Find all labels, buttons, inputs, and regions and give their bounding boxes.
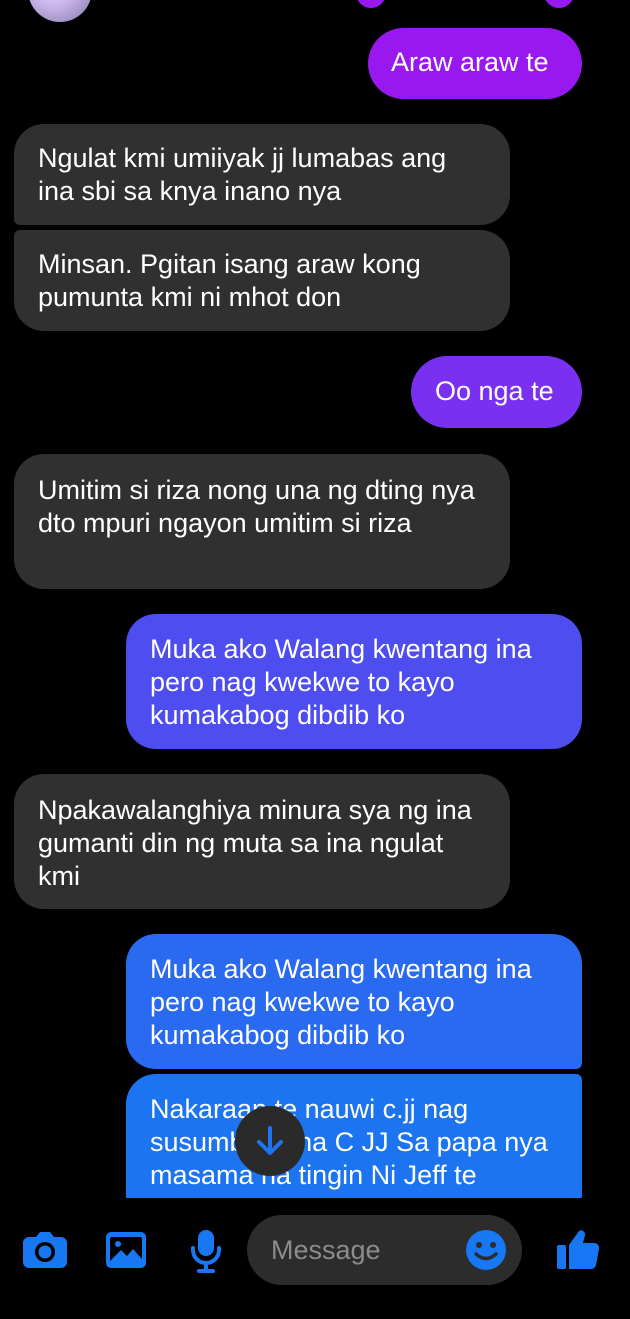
- like-icon: [557, 1230, 600, 1270]
- microphone-icon: [191, 1230, 221, 1273]
- message-bubble-outgoing[interactable]: Muka ako Walang kwentang ina pero nag kw…: [126, 934, 582, 1069]
- message-text: Umitim si riza nong una ng dting nya dto…: [38, 475, 475, 538]
- gallery-button[interactable]: [104, 1230, 148, 1270]
- emoji-icon: [466, 1230, 506, 1270]
- jump-to-latest-button[interactable]: [235, 1106, 305, 1176]
- camera-button[interactable]: [20, 1230, 70, 1270]
- arrow-down-icon: [257, 1126, 283, 1155]
- message-text: Minsan. Pgitan isang araw kong pumunta k…: [38, 249, 421, 312]
- microphone-button[interactable]: [188, 1228, 224, 1274]
- camera-icon: [23, 1232, 67, 1268]
- header-action-icon[interactable]: [356, 0, 386, 8]
- message-thread[interactable]: Araw araw te Ngulat kmi umiiyak jj lumab…: [0, 0, 630, 1198]
- message-text: Nakaraan te nauwi c.jj nag susumbong na …: [150, 1094, 548, 1190]
- contact-avatar[interactable]: [28, 0, 92, 22]
- message-text: Ngulat kmi umiiyak jj lumabas ang ina sb…: [38, 143, 447, 206]
- message-input[interactable]: [271, 1215, 456, 1285]
- message-input-container[interactable]: [247, 1215, 522, 1285]
- message-bubble-incoming[interactable]: Npakawalanghiya minura sya ng ina gumant…: [14, 774, 510, 909]
- message-text: Muka ako Walang kwentang ina pero nag kw…: [150, 954, 532, 1050]
- message-bubble-incoming[interactable]: Umitim si riza nong una ng dting nya dto…: [14, 454, 510, 589]
- message-bubble-incoming[interactable]: Minsan. Pgitan isang araw kong pumunta k…: [14, 230, 510, 331]
- like-button[interactable]: [554, 1226, 602, 1274]
- emoji-button[interactable]: [465, 1229, 507, 1271]
- header-action-icon[interactable]: [544, 0, 574, 8]
- message-text: Muka ako Walang kwentang ina pero nag kw…: [150, 634, 532, 730]
- gallery-icon: [106, 1232, 146, 1268]
- composer-bar: [0, 1198, 630, 1319]
- message-text: Npakawalanghiya minura sya ng ina gumant…: [38, 795, 472, 891]
- message-bubble-incoming[interactable]: Ngulat kmi umiiyak jj lumabas ang ina sb…: [14, 124, 510, 225]
- message-bubble-outgoing[interactable]: Nakaraan te nauwi c.jj nag susumbong na …: [126, 1074, 582, 1198]
- message-bubble-outgoing[interactable]: Muka ako Walang kwentang ina pero nag kw…: [126, 614, 582, 749]
- message-bubble-outgoing[interactable]: Oo nga te: [411, 356, 582, 428]
- message-text: Oo nga te: [435, 376, 554, 406]
- message-text: Araw araw te: [391, 47, 549, 77]
- message-bubble-outgoing[interactable]: Araw araw te: [368, 28, 582, 99]
